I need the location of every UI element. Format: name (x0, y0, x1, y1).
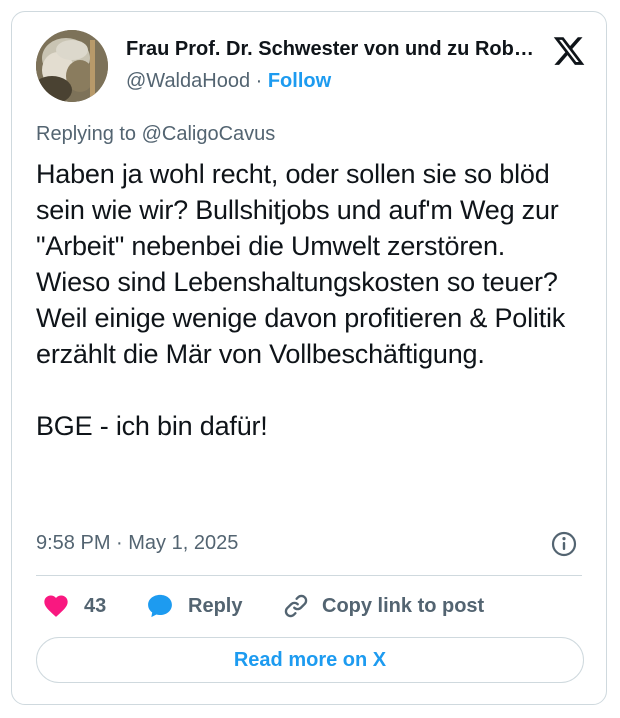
speech-bubble-icon (148, 594, 172, 618)
read-more-button[interactable]: Read more on X (36, 637, 584, 683)
tweet-text: Haben ja wohl recht, oder sollen sie so … (36, 159, 566, 441)
author-handle[interactable]: @WaldaHood (126, 70, 250, 92)
like-button[interactable]: 43 (42, 586, 106, 626)
author-handle-line: @WaldaHood · Follow (126, 70, 331, 93)
like-count: 43 (84, 594, 107, 617)
divider (36, 575, 582, 576)
info-icon[interactable] (550, 530, 578, 558)
copy-link-button[interactable]: Copy link to post (282, 586, 484, 626)
handle-separator: · (250, 70, 268, 92)
reply-button[interactable]: Reply (146, 586, 242, 626)
replying-to[interactable]: Replying to @CaligoCavus (36, 123, 275, 146)
x-logo-icon[interactable] (552, 34, 586, 68)
avatar-image (36, 30, 108, 102)
tweet-card: Frau Prof. Dr. Schwester von und zu Rob…… (11, 11, 607, 705)
author-display-name[interactable]: Frau Prof. Dr. Schwester von und zu Rob… (126, 38, 546, 61)
heart-icon (44, 595, 68, 617)
follow-button[interactable]: Follow (268, 70, 331, 92)
reply-label: Reply (188, 594, 243, 617)
tweet-timestamp[interactable]: 9:58 PM · May 1, 2025 (36, 532, 238, 555)
copy-link-label: Copy link to post (322, 594, 485, 617)
link-icon (284, 594, 308, 618)
tweet-header: Frau Prof. Dr. Schwester von und zu Rob…… (36, 28, 586, 104)
author-avatar[interactable] (36, 30, 108, 102)
tweet-actions: 43 Reply Copy link to post (36, 586, 596, 626)
